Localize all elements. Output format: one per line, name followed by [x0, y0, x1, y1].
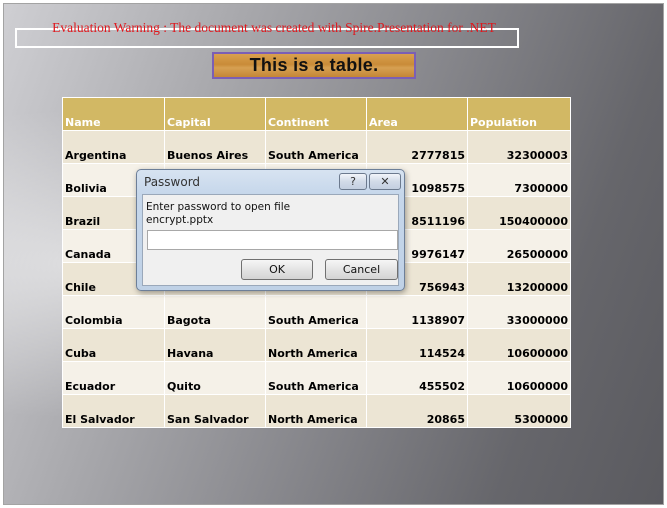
table-row: El Salvador San Salvador North America 2086… [62, 394, 571, 428]
dialog-body: Enter password to open file encrypt.pptx… [142, 194, 399, 286]
header-continent: Continent [265, 97, 367, 131]
close-button[interactable]: ✕ [369, 173, 401, 190]
help-button[interactable]: ? [339, 173, 367, 190]
cell-population: 32300003 [467, 130, 571, 164]
cell-population: 5300000 [467, 394, 571, 428]
cell-capital: Havana [164, 328, 266, 362]
cell-name: Argentina [62, 130, 165, 164]
cell-continent: South America [265, 295, 367, 329]
header-population: Population [467, 97, 571, 131]
evaluation-warning: Evaluation Warning : The document was cr… [52, 20, 496, 35]
cell-continent: North America [265, 328, 367, 362]
cell-population: 150400000 [467, 196, 571, 230]
table-header-row: Name Capital Continent Area Population [62, 97, 571, 131]
cell-population: 13200000 [467, 262, 571, 296]
cell-continent: South America [265, 130, 367, 164]
slide-title-box: This is a table. [212, 52, 416, 79]
cell-capital: San Salvador [164, 394, 266, 428]
cell-population: 10600000 [467, 361, 571, 395]
ok-button[interactable]: OK [241, 259, 313, 280]
table-row: Argentina Buenos Aires South America 277781… [62, 130, 571, 164]
cell-population: 10600000 [467, 328, 571, 362]
cell-name: El Salvador [62, 394, 165, 428]
slide-title: This is a table. [249, 55, 379, 75]
dialog-title: Password [144, 175, 201, 189]
cell-continent: South America [265, 361, 367, 395]
cell-population: 7300000 [467, 163, 571, 197]
cell-area: 2777815 [366, 130, 468, 164]
cell-name: Ecuador [62, 361, 165, 395]
cancel-button[interactable]: Cancel [325, 259, 398, 280]
cell-capital: Quito [164, 361, 266, 395]
cell-area: 20865 [366, 394, 468, 428]
cell-name: Colombia [62, 295, 165, 329]
cell-capital: Buenos Aires [164, 130, 266, 164]
cell-name: Cuba [62, 328, 165, 362]
header-capital: Capital [164, 97, 266, 131]
cell-capital: Bagota [164, 295, 266, 329]
cell-area: 1138907 [366, 295, 468, 329]
cell-population: 26500000 [467, 229, 571, 263]
dialog-prompt: Enter password to open file encrypt.pptx [146, 201, 291, 226]
table-row: Cuba Havana North America 114524 10600000 [62, 328, 571, 362]
cell-area: 455502 [366, 361, 468, 395]
header-area: Area [366, 97, 468, 131]
table-row: Ecuador Quito South America 455502 10600000 [62, 361, 571, 395]
cell-population: 33000000 [467, 295, 571, 329]
password-dialog: Password ? ✕ Enter password to open file… [136, 169, 405, 291]
header-name: Name [62, 97, 165, 131]
cell-area: 114524 [366, 328, 468, 362]
password-input[interactable] [147, 230, 398, 250]
table-row: Colombia Bagota South America 1138907 330000… [62, 295, 571, 329]
cell-continent: North America [265, 394, 367, 428]
